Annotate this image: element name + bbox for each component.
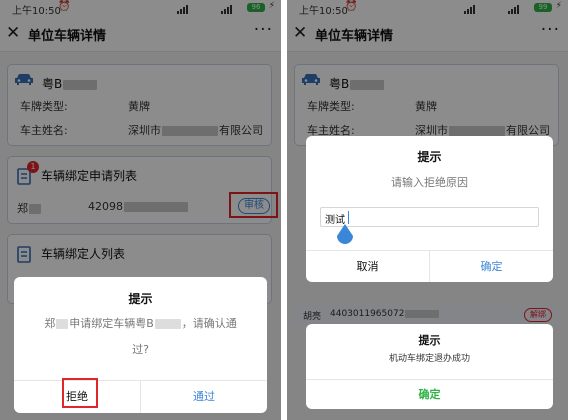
dialog-title: 提示	[417, 150, 442, 164]
screenshot-root: 上午10:50 ⏰ 96 ⚡ ✕ 单位车辆详情 ··· 粤B 车牌类型: 黄牌 …	[0, 0, 568, 420]
text-cursor	[348, 211, 349, 224]
confirm-button[interactable]: 确定	[429, 251, 553, 282]
approve-button[interactable]: 通过	[140, 381, 267, 413]
success-confirm-button[interactable]: 确定	[306, 380, 553, 409]
cancel-button[interactable]: 取消	[306, 251, 429, 282]
success-message: 机动车绑定退办成功	[388, 354, 470, 364]
cursor-handle-icon[interactable]	[336, 224, 354, 246]
success-title: 提示	[418, 334, 441, 347]
dialog-message-line2: 过?	[132, 343, 149, 356]
right-phone-screen: 上午10:50 ⏰ 99 ⚡ ✕ 单位车辆详情 ··· 粤B 车牌类型: 黄牌 …	[287, 0, 568, 420]
success-buttons: 确定	[306, 379, 553, 409]
left-phone-screen: 上午10:50 ⏰ 96 ⚡ ✕ 单位车辆详情 ··· 粤B 车牌类型: 黄牌 …	[0, 0, 281, 420]
reject-reason-dialog: 提示 请输入拒绝原因 测试 取消 确定	[306, 136, 553, 282]
dialog-buttons: 拒绝 通过	[14, 380, 267, 413]
dialog-message: 郑申请绑定车辆粤B ，请确认通	[44, 317, 237, 330]
reject-button-highlight	[62, 378, 98, 408]
dialog-title: 提示	[128, 292, 153, 306]
dialog-message: 请输入拒绝原因	[391, 176, 468, 189]
success-dialog: 提示 机动车绑定退办成功 确定	[306, 324, 553, 409]
dialog-buttons: 取消 确定	[306, 250, 553, 282]
approve-dialog: 提示 郑申请绑定车辆粤B ，请确认通 过? 拒绝 通过	[14, 277, 267, 413]
